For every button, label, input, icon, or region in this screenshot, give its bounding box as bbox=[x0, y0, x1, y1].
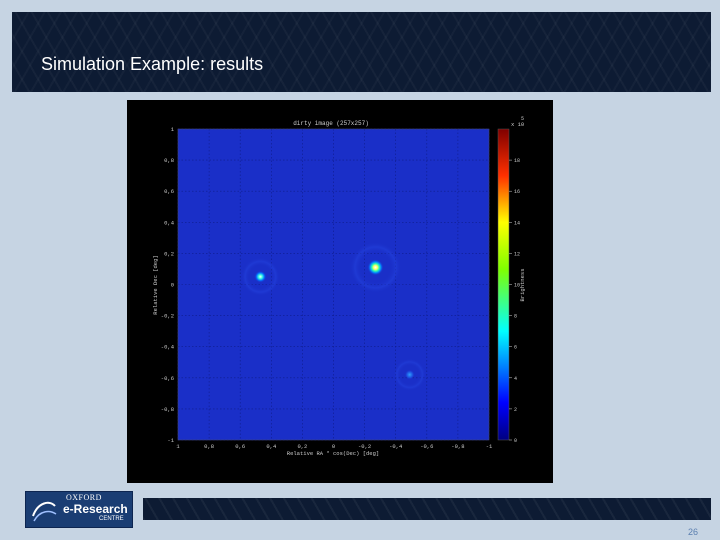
plot-title: dirty image (257x257) bbox=[293, 120, 369, 127]
y-tick-label: 0,2 bbox=[164, 250, 174, 257]
footer-banner bbox=[143, 498, 711, 520]
dirty-image-figure: dirty image (257x257) 1 0,8 0,6 0,4 0,2 0 -0,2… bbox=[127, 100, 553, 483]
colorbar-tick-label: 6 bbox=[514, 345, 517, 351]
x-axis-label: Relative RA * cos(Dec) [deg] bbox=[287, 450, 379, 457]
logo-line-oxford: OXFORD bbox=[66, 493, 102, 502]
x-tick-label: -0,6 bbox=[420, 443, 433, 450]
colorbar-tick-label: 14 bbox=[514, 220, 520, 226]
colorbar-exponent: 5 bbox=[521, 116, 524, 122]
colorbar-tick-label: 16 bbox=[514, 189, 520, 195]
y-tick-label: -0,6 bbox=[161, 375, 174, 382]
y-tick-label: -0,8 bbox=[161, 406, 174, 413]
source-point bbox=[367, 259, 384, 276]
colorbar-tick-label: 12 bbox=[514, 251, 520, 257]
x-tick-label: 0,6 bbox=[235, 443, 245, 450]
y-tick-label: 0,6 bbox=[164, 188, 174, 195]
source-point bbox=[254, 270, 267, 283]
colorbar-label: Brightness bbox=[519, 268, 526, 301]
y-tick-label: -0,2 bbox=[161, 313, 174, 320]
x-tick-label: 1 bbox=[176, 443, 180, 450]
y-tick-label: 1 bbox=[171, 126, 175, 133]
x-tick-label: 0,2 bbox=[297, 443, 307, 450]
colorbar-tick-label: 4 bbox=[514, 376, 517, 382]
x-tick-label: 0 bbox=[332, 443, 335, 450]
y-tick-label: 0,8 bbox=[164, 157, 174, 164]
x-tick-label: -0,2 bbox=[358, 443, 371, 450]
y-axis-label: Relative Dec [deg] bbox=[152, 255, 159, 314]
oxford-e-research-centre-logo: OXFORD e-Research CENTRE bbox=[25, 491, 133, 528]
y-tick-label: -1 bbox=[167, 437, 174, 444]
title-banner bbox=[12, 12, 711, 92]
y-tick-label: -0,4 bbox=[161, 344, 175, 351]
y-tick-label: 0,4 bbox=[164, 219, 175, 226]
dirty-image-plot: dirty image (257x257) 1 0,8 0,6 0,4 0,2 0 -0,2… bbox=[152, 116, 526, 457]
x-tick-label: -0,4 bbox=[389, 443, 403, 450]
logo-swirl-icon bbox=[32, 501, 57, 522]
colorbar-tick-label: 18 bbox=[514, 158, 520, 164]
x-tick-label: 0,4 bbox=[266, 443, 277, 450]
colorbar bbox=[497, 128, 510, 441]
colorbar-tick-label: 0 bbox=[514, 438, 517, 444]
x-tick-label: -0,8 bbox=[451, 443, 464, 450]
colorbar-multiplier: x 10 bbox=[511, 121, 524, 128]
source-point bbox=[404, 369, 415, 380]
colorbar-tick-label: 8 bbox=[514, 314, 517, 320]
logo-line-e-research: e-Research bbox=[63, 502, 128, 516]
y-tick-labels: 1 0,8 0,6 0,4 0,2 0 -0,2 -0,4 -0,6 -0,8 -1 bbox=[161, 126, 175, 444]
y-tick-label: 0 bbox=[171, 282, 174, 289]
x-tick-label: 0,8 bbox=[204, 443, 214, 450]
page-number: 26 bbox=[688, 527, 699, 537]
colorbar-tick-label: 2 bbox=[514, 407, 517, 413]
logo-line-centre: CENTRE bbox=[99, 516, 124, 522]
x-tick-labels: 1 0,8 0,6 0,4 0,2 0 -0,2 -0,4 -0,6 -0,8 -1 bbox=[176, 443, 493, 450]
slide-title: Simulation Example: results bbox=[41, 54, 264, 74]
x-tick-label: -1 bbox=[486, 443, 493, 450]
